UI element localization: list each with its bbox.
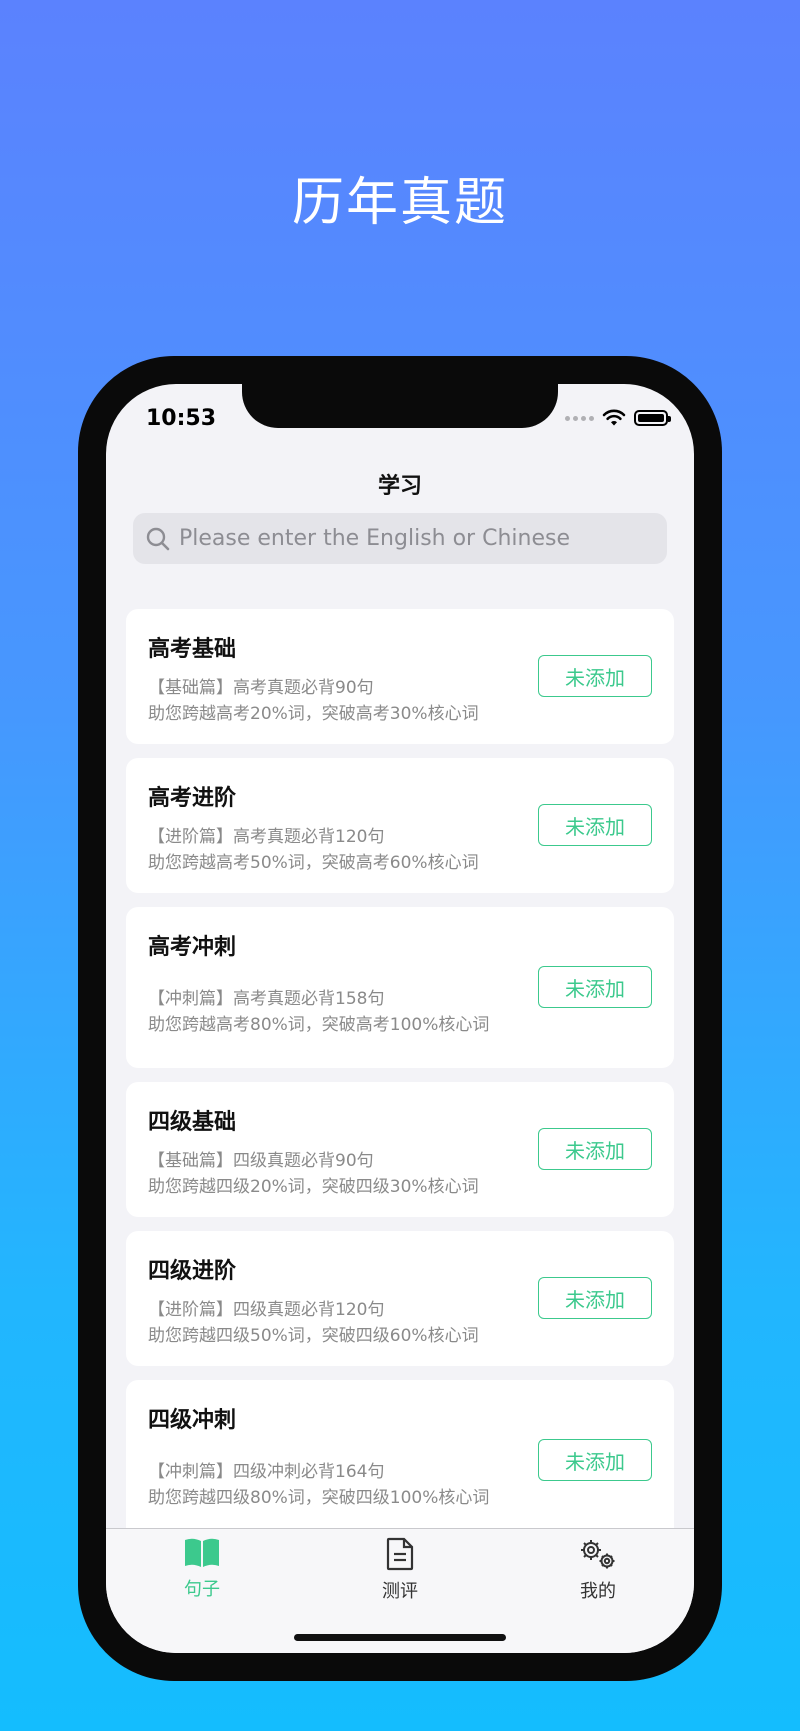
course-list: 高考基础 【基础篇】高考真题必背90句 助您跨越高考20%词，突破高考30%核心… xyxy=(126,609,674,1555)
course-title: 四级冲刺 xyxy=(148,1408,237,1433)
course-card[interactable]: 高考进阶 【进阶篇】高考真题必背120句 助您跨越高考50%词，突破高考60%核… xyxy=(126,758,674,893)
course-card[interactable]: 四级进阶 【进阶篇】四级真题必背120句 助您跨越四级50%词，突破四级60%核… xyxy=(126,1231,674,1366)
tab-sentences[interactable]: 句子 xyxy=(142,1537,262,1601)
document-icon xyxy=(386,1537,414,1571)
add-course-button[interactable]: 未添加 xyxy=(538,966,652,1008)
course-title: 高考冲刺 xyxy=(148,935,237,960)
add-course-button[interactable]: 未添加 xyxy=(538,804,652,846)
tab-assessment[interactable]: 测评 xyxy=(340,1537,460,1603)
search-icon xyxy=(146,527,170,550)
gears-icon xyxy=(581,1540,615,1569)
course-card[interactable]: 高考冲刺 【冲刺篇】高考真题必背158句 助您跨越高考80%词，突破高考100%… xyxy=(126,907,674,1068)
cellular-signal-icon xyxy=(565,415,594,421)
add-course-button[interactable]: 未添加 xyxy=(538,1277,652,1319)
course-title: 高考进阶 xyxy=(148,786,237,811)
tab-label: 我的 xyxy=(580,1581,616,1602)
course-description: 助您跨越四级20%词，突破四级30%核心词 xyxy=(148,1177,479,1197)
status-time: 10:53 xyxy=(146,406,217,431)
course-card[interactable]: 四级冲刺 【冲刺篇】四级冲刺必背164句 助您跨越四级80%词，突破四级100%… xyxy=(126,1380,674,1541)
tab-bar: 句子 测评 我的 xyxy=(106,1528,694,1653)
phone-frame: 10:53 学习 高考基础 【基础篇】高考真题必背90句 xyxy=(78,356,722,1681)
course-subtitle: 【进阶篇】四级真题必背120句 xyxy=(148,1300,385,1320)
add-course-button[interactable]: 未添加 xyxy=(538,1439,652,1481)
tab-profile[interactable]: 我的 xyxy=(538,1537,658,1603)
course-description: 助您跨越高考20%词，突破高考30%核心词 xyxy=(148,704,479,724)
add-course-button[interactable]: 未添加 xyxy=(538,655,652,697)
course-subtitle: 【冲刺篇】四级冲刺必背164句 xyxy=(148,1462,385,1482)
promo-headline: 历年真题 xyxy=(291,173,508,233)
course-description: 助您跨越四级80%词，突破四级100%核心词 xyxy=(148,1488,490,1508)
battery-icon xyxy=(634,410,671,426)
phone-screen: 10:53 学习 高考基础 【基础篇】高考真题必背90句 xyxy=(106,384,694,1653)
course-card[interactable]: 四级基础 【基础篇】四级真题必背90句 助您跨越四级20%词，突破四级30%核心… xyxy=(126,1082,674,1217)
search-input[interactable] xyxy=(179,526,659,551)
course-subtitle: 【基础篇】高考真题必背90句 xyxy=(148,678,374,698)
home-indicator xyxy=(294,1634,506,1641)
status-icons xyxy=(565,409,671,427)
wifi-icon xyxy=(602,409,626,426)
course-description: 助您跨越四级50%词，突破四级60%核心词 xyxy=(148,1326,479,1346)
course-subtitle: 【冲刺篇】高考真题必背158句 xyxy=(148,989,385,1009)
notch xyxy=(242,384,558,428)
nav-title: 学习 xyxy=(377,474,422,499)
course-card[interactable]: 高考基础 【基础篇】高考真题必背90句 助您跨越高考20%词，突破高考30%核心… xyxy=(126,609,674,744)
course-title: 四级基础 xyxy=(148,1110,237,1135)
book-icon xyxy=(185,1538,219,1567)
course-description: 助您跨越高考80%词，突破高考100%核心词 xyxy=(148,1015,490,1035)
search-bar[interactable] xyxy=(133,513,667,564)
add-course-button[interactable]: 未添加 xyxy=(538,1128,652,1170)
course-title: 高考基础 xyxy=(148,637,237,662)
course-description: 助您跨越高考50%词，突破高考60%核心词 xyxy=(148,853,479,873)
course-subtitle: 【基础篇】四级真题必背90句 xyxy=(148,1151,374,1171)
course-subtitle: 【进阶篇】高考真题必背120句 xyxy=(148,827,385,847)
tab-label: 测评 xyxy=(382,1581,418,1602)
tab-label: 句子 xyxy=(184,1579,220,1600)
course-title: 四级进阶 xyxy=(148,1259,237,1284)
